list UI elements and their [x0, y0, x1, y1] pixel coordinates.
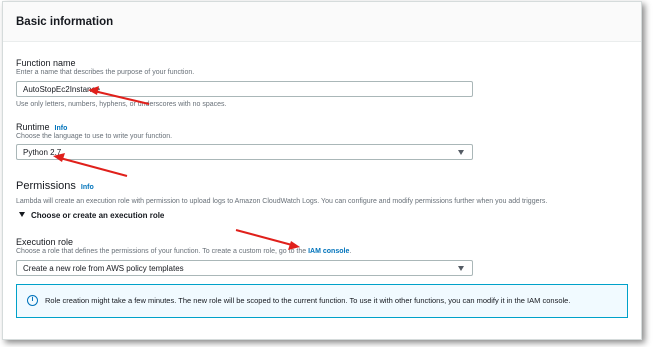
info-alert: i Role creation might take a few minutes… [16, 284, 628, 318]
function-name-description: Enter a name that describes the purpose … [16, 69, 195, 76]
runtime-select[interactable]: Python 2.7 [16, 144, 473, 160]
permissions-info-link[interactable]: Info [81, 184, 94, 191]
execution-role-select[interactable]: Create a new role from AWS policy templa… [16, 260, 473, 276]
function-name-hint: Use only letters, numbers, hyphens, or u… [16, 101, 227, 108]
expander-label: Choose or create an execution role [31, 211, 165, 220]
function-name-value: AutoStopEc2Instance [23, 85, 100, 94]
function-name-label: Function name [16, 58, 76, 68]
runtime-info-link[interactable]: Info [55, 125, 68, 132]
runtime-label: Runtime [16, 122, 50, 132]
runtime-description: Choose the language to use to write your… [16, 133, 173, 140]
permissions-description: Lambda will create an execution role wit… [16, 198, 548, 205]
permissions-title-row: Permissions Info [16, 180, 94, 192]
execution-role-label: Execution role [16, 237, 74, 247]
alert-text: Role creation might take a few minutes. … [45, 296, 571, 305]
function-name-input[interactable]: AutoStopEc2Instance [16, 81, 473, 97]
runtime-label-row: Runtime Info [16, 122, 67, 132]
panel-header: Basic information [3, 2, 641, 42]
chevron-down-icon [458, 150, 464, 155]
execution-role-description: Choose a role that defines the permissio… [16, 248, 351, 255]
basic-information-panel: Basic information Function name Enter a … [3, 2, 641, 339]
info-circle-icon: i [27, 295, 38, 306]
execution-role-description-end: . [349, 248, 352, 255]
caret-down-icon [19, 212, 25, 217]
execution-role-description-text: Choose a role that defines the permissio… [16, 248, 307, 255]
runtime-value: Python 2.7 [23, 148, 62, 157]
chevron-down-icon [458, 266, 464, 271]
execution-role-value: Create a new role from AWS policy templa… [23, 264, 184, 273]
execution-role-expander[interactable]: Choose or create an execution role [19, 211, 164, 220]
iam-console-link[interactable]: IAM console [308, 248, 349, 255]
permissions-title: Permissions [16, 180, 76, 192]
panel-title: Basic information [16, 16, 114, 28]
screenshot-frame: Basic information Function name Enter a … [2, 1, 642, 340]
